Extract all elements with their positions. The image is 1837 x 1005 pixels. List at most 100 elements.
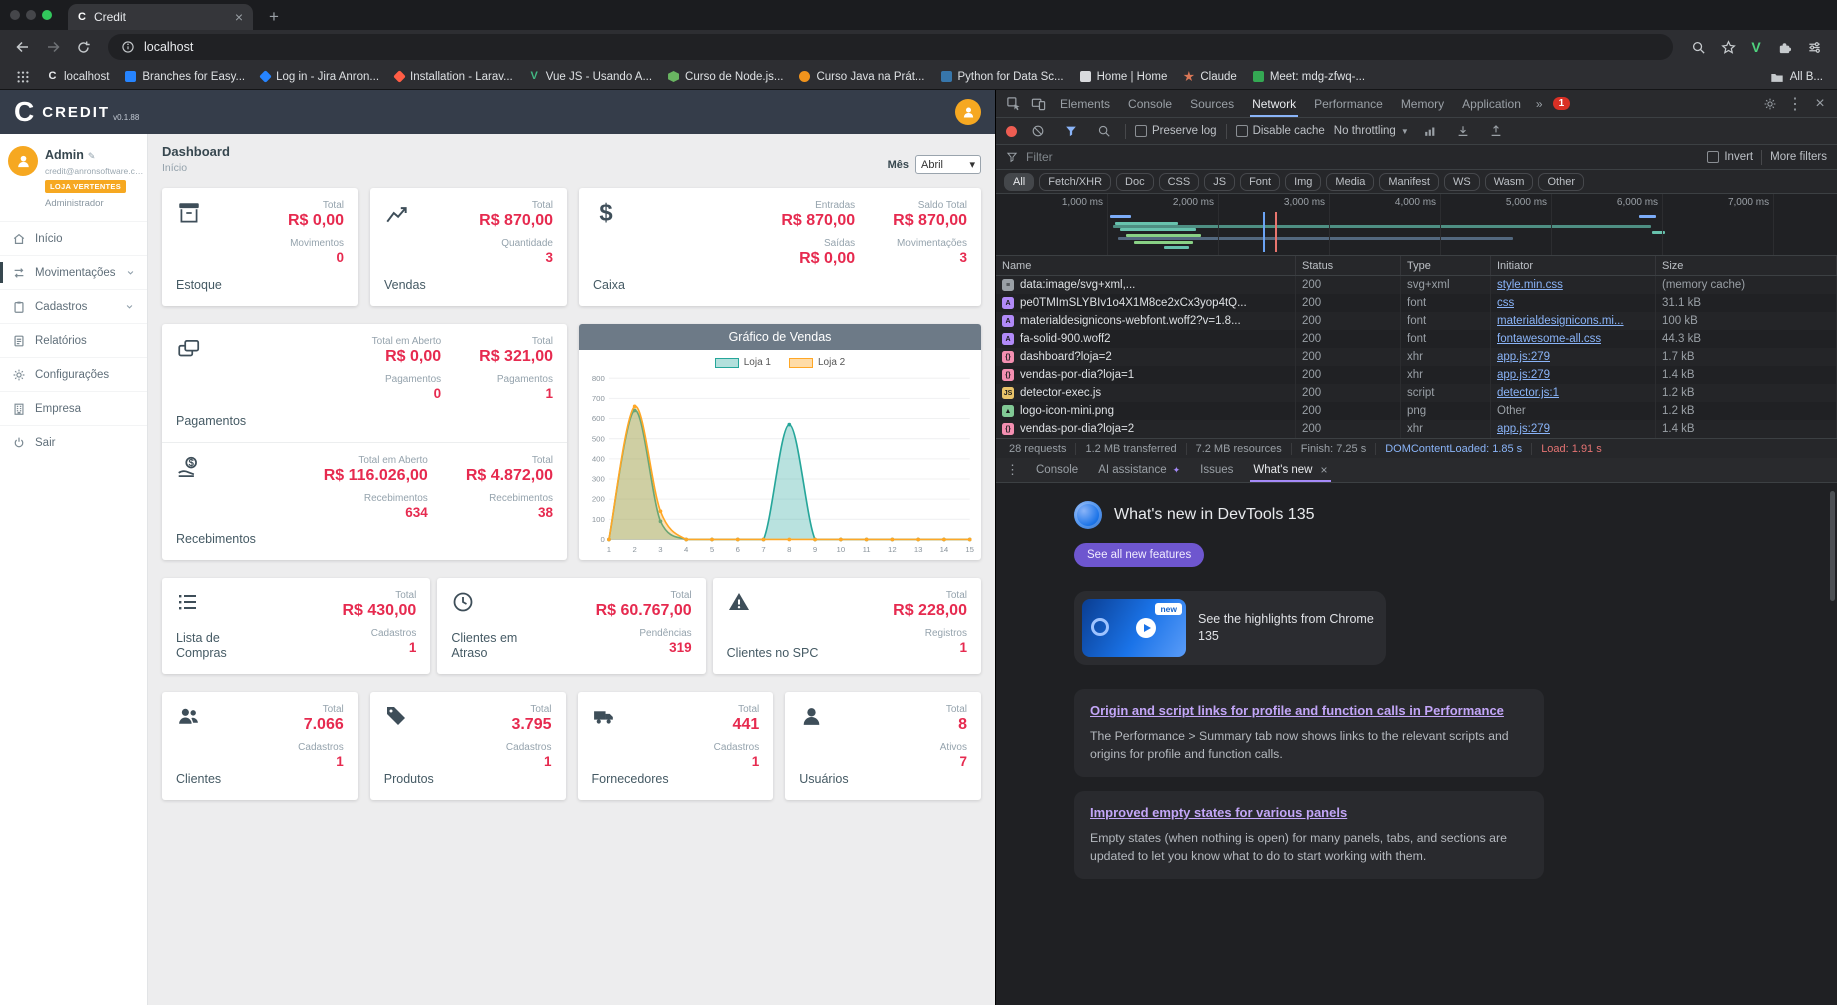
drawer-tab-close-icon[interactable]: × <box>1320 463 1327 477</box>
column-header-name[interactable]: Name <box>996 256 1296 275</box>
filter-chip-manifest[interactable]: Manifest <box>1379 172 1439 191</box>
network-request-row[interactable]: Afa-solid-900.woff2 200 font fontawesome-al… <box>996 330 1837 348</box>
filter-chip-ws[interactable]: WS <box>1443 172 1480 191</box>
window-fullscreen-icon[interactable] <box>42 10 52 20</box>
card-clientes-spc[interactable]: Clientes no SPC Total R$ 228,00 Registro… <box>712 578 981 674</box>
devtools-tab-performance[interactable]: Performance <box>1305 90 1392 117</box>
network-request-row[interactable]: ≡ data:image/svg+xml,... 200 svg+xml style.m… <box>996 276 1837 294</box>
network-request-row[interactable]: {} dashboard?loja=2 200 xhr app.js:279 1.7 kB <box>996 348 1837 366</box>
site-info-icon[interactable] <box>121 40 135 54</box>
search-icon[interactable] <box>1685 34 1711 60</box>
card-pagamentos-recebimentos[interactable]: Pagamentos Total em Aberto R$ 0,00 Pagam… <box>162 324 567 560</box>
bookmark-item[interactable]: Branches for Easy... <box>118 69 252 85</box>
column-header-size[interactable]: Size <box>1656 256 1837 275</box>
see-all-features-button[interactable]: See all new features <box>1074 543 1205 567</box>
sidebar-item-empresa[interactable]: Empresa <box>0 391 147 425</box>
filter-chip-img[interactable]: Img <box>1285 172 1322 191</box>
vue-devtools-icon[interactable]: V <box>1745 36 1767 58</box>
new-tab-button[interactable]: + <box>261 4 287 30</box>
more-tabs-icon[interactable]: » <box>1531 97 1548 111</box>
sidebar-item-sair[interactable]: Sair <box>0 425 147 459</box>
bookmark-item[interactable]: Curso Java na Prát... <box>792 69 931 85</box>
filter-chip-js[interactable]: JS <box>1204 172 1236 191</box>
network-conditions-icon[interactable] <box>1418 119 1442 143</box>
devtools-menu-kebab-icon[interactable]: ⋮ <box>1783 92 1807 116</box>
network-request-row[interactable]: {} vendas-por-dia?loja=1 200 xhr app.js:279 1… <box>996 366 1837 384</box>
bookmark-star-icon[interactable] <box>1715 34 1741 60</box>
all-bookmarks-button[interactable]: All B... <box>1770 70 1827 84</box>
drawer-menu-kebab-icon[interactable]: ⋮ <box>1000 462 1025 478</box>
invert-checkbox[interactable]: Invert <box>1707 151 1753 163</box>
scrollbar-thumb[interactable] <box>1830 491 1835 601</box>
preserve-log-checkbox[interactable]: Preserve log <box>1135 125 1217 137</box>
network-overview[interactable]: 1,000 ms 2,000 ms 3,000 ms 4,000 ms 5,000 ms… <box>996 194 1837 256</box>
filter-chip-all[interactable]: All <box>1004 172 1035 191</box>
filter-chip-fetchxhr[interactable]: Fetch/XHR <box>1039 172 1112 191</box>
avatar[interactable] <box>8 146 38 176</box>
forward-icon[interactable] <box>40 34 66 60</box>
drawer-tab-issues[interactable]: Issues <box>1190 458 1243 482</box>
devtools-tab-memory[interactable]: Memory <box>1392 90 1453 117</box>
filter-chip-other[interactable]: Other <box>1538 172 1584 191</box>
import-har-icon[interactable] <box>1451 119 1475 143</box>
bookmark-item[interactable]: Home | Home <box>1073 69 1175 85</box>
disable-cache-checkbox[interactable]: Disable cache <box>1235 125 1325 137</box>
request-initiator[interactable]: app.js:279 <box>1497 423 1550 435</box>
request-initiator[interactable]: css <box>1497 297 1514 309</box>
bookmark-item[interactable]: Log in - Jira Anron... <box>254 69 386 85</box>
request-initiator[interactable]: detector.js:1 <box>1497 387 1559 399</box>
network-search-icon[interactable] <box>1092 119 1116 143</box>
drawer-tab-console[interactable]: Console <box>1026 458 1088 482</box>
card-vendas[interactable]: Vendas Total R$ 870,00 Quantidade 3 <box>370 188 567 306</box>
filter-chip-doc[interactable]: Doc <box>1116 172 1154 191</box>
filter-chip-font[interactable]: Font <box>1240 172 1281 191</box>
browser-tab[interactable]: C Credit × <box>68 4 253 30</box>
edit-profile-icon[interactable]: ✎ <box>88 151 96 161</box>
back-icon[interactable] <box>10 34 36 60</box>
error-count-badge[interactable]: 1 <box>1552 97 1571 110</box>
devtools-tab-console[interactable]: Console <box>1119 90 1181 117</box>
tab-close-icon[interactable]: × <box>235 9 243 25</box>
bookmark-item[interactable]: Installation - Larav... <box>388 69 520 85</box>
window-minimize-icon[interactable] <box>26 10 36 20</box>
bookmark-item[interactable]: Claude <box>1176 69 1243 85</box>
window-controls[interactable] <box>10 0 52 30</box>
menu-tune-icon[interactable] <box>1801 34 1827 60</box>
sidebar-item-cadastros[interactable]: Cadastros <box>0 289 147 323</box>
devtools-tab-elements[interactable]: Elements <box>1051 90 1119 117</box>
card-fornecedores[interactable]: Fornecedores Total 441 Cadastros 1 <box>577 692 774 800</box>
card-produtos[interactable]: Produtos Total 3.795 Cadastros 1 <box>369 692 566 800</box>
card-clientes-atraso[interactable]: Clientes em Atraso Total R$ 60.767,00 Pe… <box>437 578 706 674</box>
header-user-avatar[interactable] <box>955 99 981 125</box>
release-note-link[interactable]: Origin and script links for profile and … <box>1090 703 1504 718</box>
column-header-status[interactable]: Status <box>1296 256 1401 275</box>
column-header-initiator[interactable]: Initiator <box>1491 256 1656 275</box>
card-usuarios[interactable]: Usuários Total 8 Ativos 7 <box>785 692 981 800</box>
devtools-tab-network[interactable]: Network <box>1243 90 1305 117</box>
video-thumbnail[interactable]: new <box>1082 599 1186 657</box>
card-caixa[interactable]: $ Caixa Entradas R$ 870,00 Saídas R$ 0,0… <box>579 188 981 306</box>
window-close-icon[interactable] <box>10 10 20 20</box>
sidebar-item-movimentacoes[interactable]: Movimentações <box>0 255 147 289</box>
throttling-select[interactable]: No throttling ▼ <box>1334 125 1409 137</box>
device-toolbar-icon[interactable] <box>1026 92 1050 116</box>
month-select[interactable]: Abril ▾ <box>915 155 981 174</box>
devtools-tab-application[interactable]: Application <box>1453 90 1530 117</box>
play-icon[interactable] <box>1136 618 1157 638</box>
more-filters-button[interactable]: More filters <box>1770 151 1827 163</box>
card-clientes[interactable]: Clientes Total 7.066 Cadastros 1 <box>162 692 358 800</box>
request-initiator[interactable]: fontawesome-all.css <box>1497 333 1601 345</box>
filter-input[interactable] <box>1026 150 1700 164</box>
request-initiator[interactable]: app.js:279 <box>1497 351 1550 363</box>
sidebar-item-configuracoes[interactable]: Configurações <box>0 357 147 391</box>
network-request-row[interactable]: Amaterialdesignicons-webfont.woff2?v=1.8… <box>996 312 1837 330</box>
devtools-close-icon[interactable]: × <box>1808 92 1832 116</box>
column-header-type[interactable]: Type <box>1401 256 1491 275</box>
card-lista-compras[interactable]: Lista de Compras Total R$ 430,00 Cadastr… <box>162 578 431 674</box>
network-request-row[interactable]: ▲ logo-icon-mini.png 200 png Other 1.2 kB <box>996 402 1837 420</box>
export-har-icon[interactable] <box>1484 119 1508 143</box>
network-request-row[interactable]: JS detector-exec.js 200 script detector.js:1… <box>996 384 1837 402</box>
drawer-tab-what-s-new[interactable]: What's new × <box>1243 458 1337 482</box>
sidebar-item-inicio[interactable]: Início <box>0 221 147 255</box>
address-bar[interactable]: localhost <box>108 34 1673 60</box>
